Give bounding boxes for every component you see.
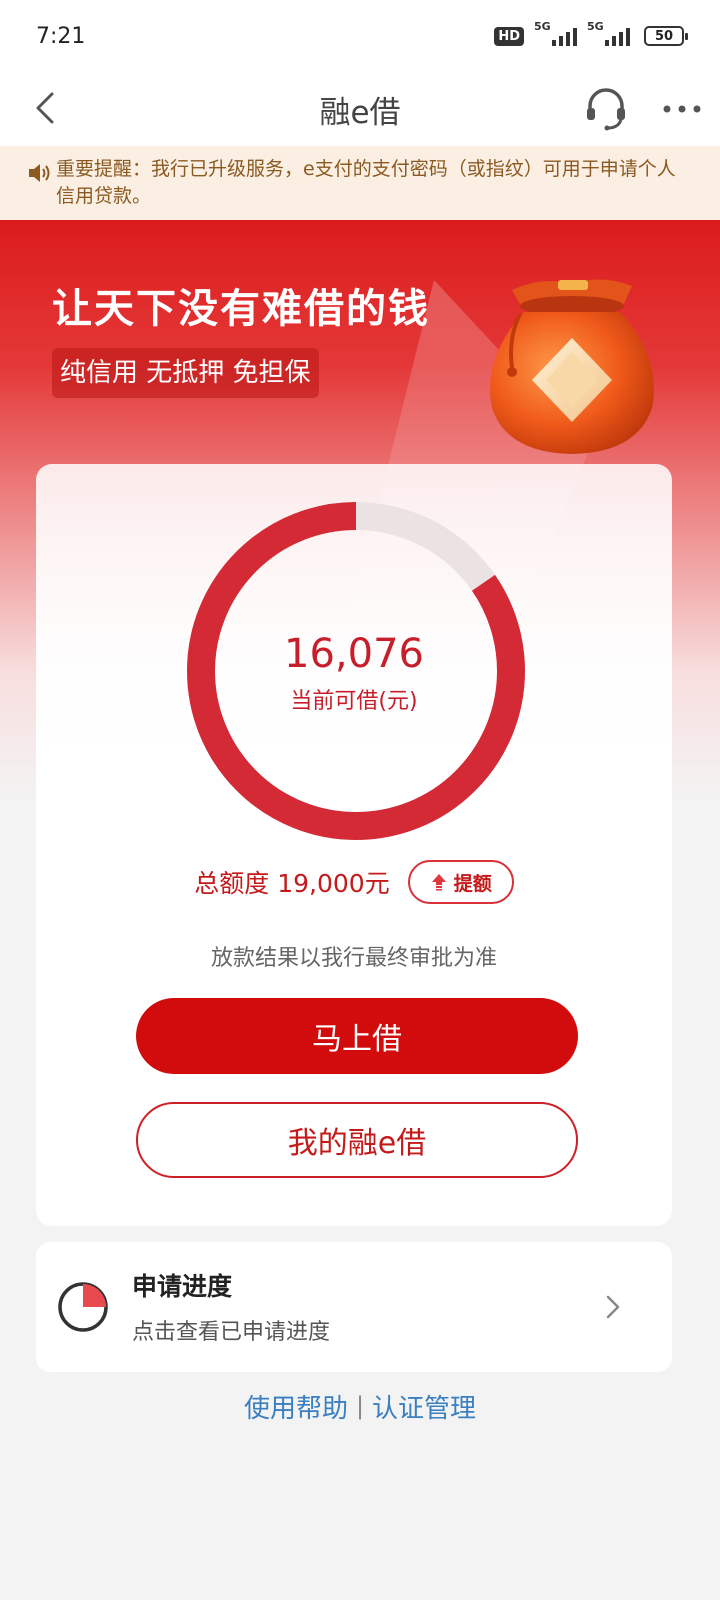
available-amount: 16,076 xyxy=(284,631,424,677)
nav-bar: 融e借 xyxy=(0,72,720,146)
arrow-up-icon xyxy=(431,874,446,891)
total-limit-row: 总额度 19,000元 提额 xyxy=(36,860,672,904)
more-icon[interactable] xyxy=(660,94,704,124)
chevron-right-icon xyxy=(606,1295,620,1319)
battery-icon: 50 xyxy=(644,26,688,46)
raise-limit-button[interactable]: 提额 xyxy=(407,860,514,904)
progress-title: 申请进度 xyxy=(132,1272,233,1301)
loan-card: 16,076 当前可借(元) 总额度 19,000元 提额 放款结果以我行最终审… xyxy=(36,464,672,1226)
headset-icon[interactable] xyxy=(582,84,630,132)
network-type-2: 5G xyxy=(587,20,604,33)
page-title: 融e借 xyxy=(319,94,401,131)
hero-title: 让天下没有难借的钱 xyxy=(52,286,430,332)
total-limit: 总额度 19,000元 xyxy=(194,869,390,898)
progress-subtitle: 点击查看已申请进度 xyxy=(132,1320,331,1345)
auth-management-link[interactable]: 认证管理 xyxy=(372,1388,476,1425)
footer-separator: | xyxy=(355,1392,365,1420)
progress-clock-icon xyxy=(58,1282,108,1332)
signal-icon-2: 5G xyxy=(587,20,630,46)
chevron-left-icon[interactable] xyxy=(26,86,70,130)
borrow-now-button[interactable]: 马上借 xyxy=(136,998,578,1074)
speaker-icon xyxy=(29,164,50,182)
status-time: 7:21 xyxy=(36,23,86,49)
available-label: 当前可借(元) xyxy=(290,689,418,714)
notice-banner[interactable]: 重要提醒：我行已升级服务，e支付的支付密码（或指纹）可用于申请个人信用贷款。 xyxy=(0,146,720,220)
notice-text: 重要提醒：我行已升级服务，e支付的支付密码（或指纹）可用于申请个人信用贷款。 xyxy=(56,158,676,207)
footer-links: 使用帮助 | 认证管理 xyxy=(0,1388,720,1424)
hd-badge: HD xyxy=(494,26,524,46)
signal-icon: 5G xyxy=(534,20,577,46)
network-type: 5G xyxy=(534,20,551,33)
help-link[interactable]: 使用帮助 xyxy=(244,1388,348,1425)
application-progress-card[interactable]: 申请进度 点击查看已申请进度 xyxy=(36,1242,672,1372)
my-loan-button[interactable]: 我的融e借 xyxy=(136,1102,578,1178)
hero-tags: 纯信用 无抵押 免担保 xyxy=(52,348,319,398)
raise-limit-label: 提额 xyxy=(453,872,492,895)
disclaimer: 放款结果以我行最终审批为准 xyxy=(210,946,497,971)
status-icons: HD 5G 5G 50 xyxy=(494,20,688,46)
money-bag-icon xyxy=(490,279,654,454)
status-bar: 7:21 HD 5G 5G 50 xyxy=(0,0,720,72)
